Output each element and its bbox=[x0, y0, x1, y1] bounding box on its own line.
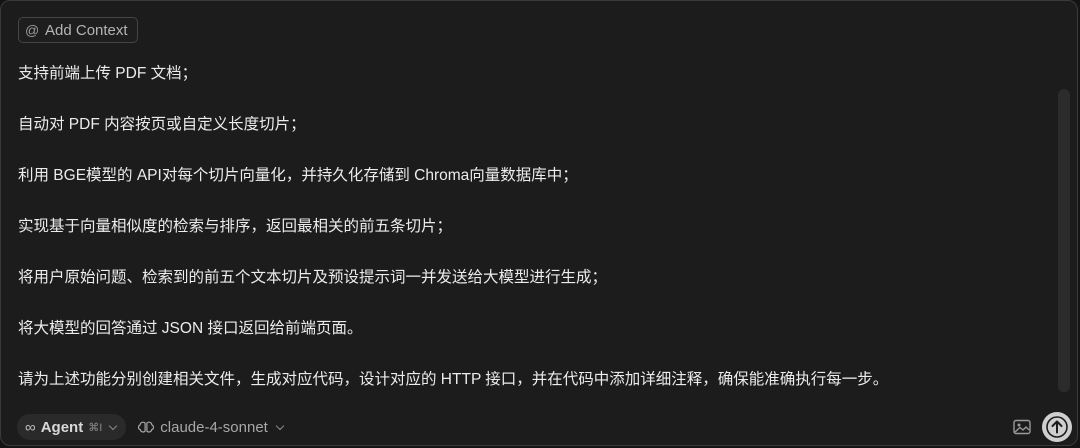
arrow-up-icon bbox=[1046, 416, 1068, 438]
chevron-down-icon bbox=[109, 421, 118, 430]
agent-mode-label: Agent bbox=[40, 418, 84, 436]
model-label: claude-4-sonnet bbox=[160, 418, 268, 436]
message-text[interactable]: 支持前端上传 PDF 文档； 自动对 PDF 内容按页或自定义长度切片； 利用 … bbox=[18, 61, 1048, 393]
image-icon[interactable] bbox=[1013, 419, 1031, 435]
at-icon: @ bbox=[25, 22, 40, 38]
brain-icon bbox=[138, 421, 155, 433]
add-context-button[interactable]: @ Add Context bbox=[18, 17, 138, 43]
chat-input-panel: @ Add Context 支持前端上传 PDF 文档； 自动对 PDF 内容按… bbox=[0, 0, 1078, 446]
composer-toolbar: ∞ Agent ⌘I claude-4-sonnet bbox=[17, 414, 289, 440]
message-line: 自动对 PDF 内容按页或自定义长度切片； bbox=[18, 116, 306, 133]
agent-mode-button[interactable]: ∞ Agent ⌘I bbox=[17, 414, 127, 440]
message-line: 将用户原始问题、检索到的前五个文本切片及预设提示词一并发送给大模型进行生成； bbox=[18, 269, 608, 286]
message-line: 支持前端上传 PDF 文档； bbox=[18, 65, 198, 82]
message-line: 请为上述功能分别创建相关文件，生成对应代码，设计对应的 HTTP 接口，并在代码… bbox=[18, 371, 889, 388]
chevron-down-icon bbox=[275, 421, 285, 430]
scrollbar[interactable] bbox=[1058, 89, 1070, 392]
model-selector-button[interactable]: claude-4-sonnet bbox=[134, 414, 289, 440]
add-context-label: Add Context bbox=[45, 21, 128, 39]
message-line: 实现基于向量相似度的检索与排序，返回最相关的前五条切片； bbox=[18, 218, 453, 235]
message-line: 将大模型的回答通过 JSON 接口返回给前端页面。 bbox=[18, 320, 363, 337]
agent-shortcut: ⌘I bbox=[88, 421, 103, 434]
send-button[interactable] bbox=[1042, 412, 1072, 442]
infinity-icon: ∞ bbox=[25, 418, 36, 436]
message-line: 利用 BGE模型的 API对每个切片向量化，并持久化存储到 Chroma向量数据… bbox=[18, 167, 578, 184]
